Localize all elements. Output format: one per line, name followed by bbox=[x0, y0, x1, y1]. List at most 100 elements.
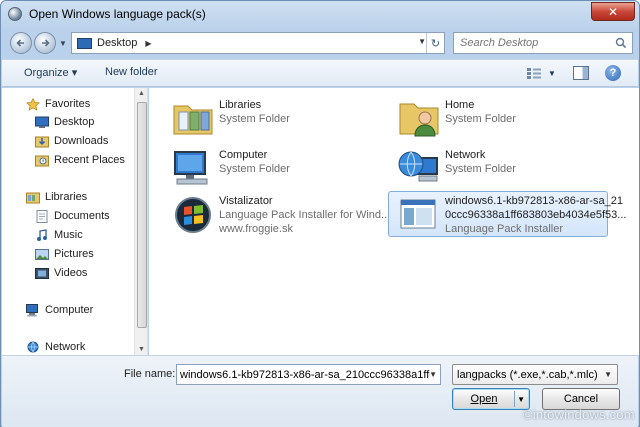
nav-label: Libraries bbox=[45, 191, 88, 203]
file-type: System Folder bbox=[219, 163, 290, 175]
nav-label: Network bbox=[45, 341, 86, 353]
nav-item-favorites[interactable]: Favorites bbox=[26, 96, 90, 112]
downloads-icon bbox=[35, 136, 49, 147]
nav-item-computer[interactable]: Computer bbox=[26, 302, 93, 318]
refresh-icon: ↻ bbox=[430, 37, 441, 50]
open-options-dropdown[interactable]: ▼ bbox=[517, 395, 525, 404]
file-tile-computer[interactable]: Computer System Folder bbox=[163, 146, 383, 188]
file-description: Language Pack Installer for Wind... bbox=[219, 209, 391, 221]
file-company: www.froggie.sk bbox=[219, 223, 293, 235]
refresh-button[interactable]: ↻ bbox=[426, 33, 444, 53]
file-tile-libraries[interactable]: Libraries System Folder bbox=[163, 96, 383, 138]
file-name-field[interactable] bbox=[180, 368, 430, 381]
file-name: Computer bbox=[219, 149, 268, 161]
file-name-continued: 0ccc96338a1ff683803eb4034e5f53... bbox=[445, 209, 627, 221]
window-title: Open Windows language pack(s) bbox=[29, 7, 206, 21]
file-tile-language-pack[interactable]: windows6.1-kb972813-x86-ar-sa_21 0ccc963… bbox=[388, 191, 626, 237]
nav-label: Recent Places bbox=[54, 154, 125, 166]
nav-item-pictures[interactable]: Pictures bbox=[35, 246, 94, 262]
windows-logo-icon bbox=[175, 197, 211, 233]
address-location[interactable]: Desktop bbox=[97, 37, 137, 49]
watermark: ©intowindows.com bbox=[523, 407, 635, 422]
computer-icon bbox=[174, 151, 208, 185]
nav-item-documents[interactable]: Documents bbox=[35, 208, 110, 224]
computer-icon bbox=[26, 303, 38, 316]
new-folder-button[interactable]: New folder bbox=[105, 66, 158, 78]
scroll-up-icon[interactable]: ▲ bbox=[138, 90, 145, 97]
nav-label: Music bbox=[54, 229, 83, 241]
view-options-dropdown[interactable]: ▼ bbox=[548, 69, 556, 78]
network-icon bbox=[27, 341, 39, 352]
file-name-label: File name: bbox=[124, 368, 176, 380]
scroll-down-icon[interactable]: ▼ bbox=[138, 346, 145, 353]
back-arrow-icon bbox=[16, 39, 24, 47]
file-type: System Folder bbox=[445, 163, 516, 175]
search-box[interactable] bbox=[453, 32, 633, 54]
user-folder-icon bbox=[399, 103, 439, 137]
search-icon[interactable] bbox=[615, 37, 627, 49]
nav-item-recent-places[interactable]: Recent Places bbox=[35, 152, 125, 168]
file-tile-network[interactable]: Network System Folder bbox=[389, 146, 609, 188]
search-input[interactable] bbox=[460, 37, 610, 49]
file-name: windows6.1-kb972813-x86-ar-sa_21 bbox=[445, 195, 623, 207]
desktop-icon bbox=[77, 37, 92, 49]
libraries-icon bbox=[26, 192, 40, 203]
title-bar[interactable]: Open Windows language pack(s) ✕ bbox=[1, 1, 639, 27]
nav-label: Computer bbox=[45, 304, 94, 316]
nav-label: Favorites bbox=[45, 98, 91, 110]
nav-item-music[interactable]: Music bbox=[35, 227, 83, 243]
app-icon bbox=[8, 7, 22, 21]
file-list: Libraries System Folder Home System Fold… bbox=[149, 88, 639, 355]
address-bar[interactable]: Desktop ▶ ▼ ↻ bbox=[71, 32, 445, 54]
nav-item-libraries[interactable]: Libraries bbox=[26, 189, 87, 205]
language-pack-file-icon bbox=[400, 199, 436, 229]
nav-item-videos[interactable]: Videos bbox=[35, 265, 87, 281]
breadcrumb-separator[interactable]: ▶ bbox=[145, 39, 151, 48]
libraries-folder-icon bbox=[173, 105, 213, 135]
nav-item-downloads[interactable]: Downloads bbox=[35, 133, 108, 149]
network-icon bbox=[398, 151, 438, 182]
file-name: Libraries bbox=[219, 99, 262, 111]
preview-pane-icon[interactable] bbox=[573, 66, 589, 80]
split-divider bbox=[514, 391, 515, 407]
nav-label: Downloads bbox=[54, 135, 109, 147]
nav-label: Documents bbox=[54, 210, 110, 222]
scroll-thumb[interactable] bbox=[137, 102, 147, 328]
file-type: System Folder bbox=[219, 113, 290, 125]
nav-scrollbar[interactable]: ▲ ▼ bbox=[134, 88, 147, 355]
nav-label: Videos bbox=[54, 267, 88, 279]
nav-item-network[interactable]: Network bbox=[26, 339, 85, 355]
forward-button[interactable] bbox=[34, 32, 56, 54]
file-type-dropdown[interactable]: ▼ bbox=[604, 370, 612, 379]
open-button[interactable]: Open ▼ bbox=[452, 388, 530, 410]
recent-pages-dropdown[interactable]: ▼ bbox=[59, 39, 67, 48]
back-button[interactable] bbox=[10, 32, 32, 54]
file-name-combobox[interactable]: ▼ bbox=[176, 364, 441, 385]
file-name: Home bbox=[445, 99, 475, 111]
dialog-window: Open Windows language pack(s) ✕ ▼ Deskto… bbox=[0, 0, 640, 427]
file-type-filter-value: langpacks (*.exe,*.cab,*.mlc) bbox=[457, 368, 598, 381]
file-type-filter[interactable]: langpacks (*.exe,*.cab,*.mlc) ▼ bbox=[452, 364, 618, 385]
nav-label: Desktop bbox=[54, 116, 95, 128]
star-icon bbox=[26, 97, 40, 111]
file-name-dropdown[interactable]: ▼ bbox=[429, 370, 437, 379]
address-dropdown[interactable]: ▼ bbox=[418, 37, 426, 46]
desktop-icon bbox=[35, 116, 49, 128]
nav-item-desktop[interactable]: Desktop bbox=[35, 114, 94, 130]
videos-icon bbox=[35, 267, 49, 279]
organize-button[interactable]: Organize ▾ bbox=[24, 66, 77, 79]
file-name: Vistalizator bbox=[219, 195, 273, 207]
command-bar: Organize ▾ New folder ▼ ? bbox=[2, 59, 638, 87]
documents-icon bbox=[36, 209, 48, 223]
file-tile-vistalizator[interactable]: Vistalizator Language Pack Installer for… bbox=[163, 192, 390, 242]
file-type: Language Pack Installer bbox=[445, 223, 564, 235]
help-icon[interactable]: ? bbox=[605, 65, 621, 81]
close-button[interactable]: ✕ bbox=[591, 2, 635, 21]
change-view-icon[interactable] bbox=[526, 67, 542, 80]
file-tile-home[interactable]: Home System Folder bbox=[389, 96, 609, 138]
pictures-icon bbox=[35, 248, 49, 260]
forward-arrow-icon bbox=[42, 39, 50, 47]
nav-label: Pictures bbox=[54, 248, 94, 260]
navigation-pane: Favorites Desktop Downloads Recent Place… bbox=[2, 88, 148, 355]
music-icon bbox=[37, 228, 47, 241]
